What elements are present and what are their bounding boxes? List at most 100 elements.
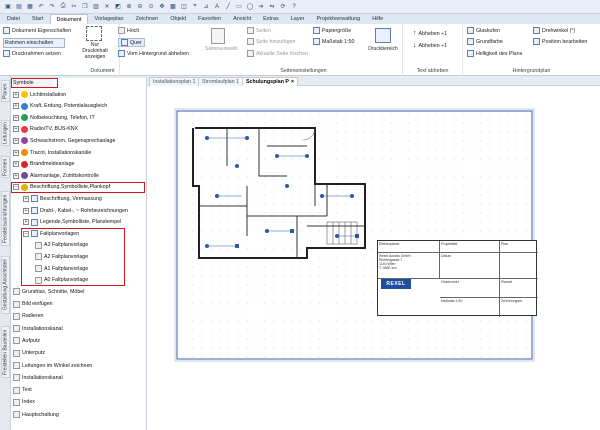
side-tab-leitungen[interactable]: Leitungen [1,120,10,146]
save-icon[interactable]: ▦ [25,2,35,12]
print-frame-button[interactable]: Druckrahmen setzen [3,50,61,57]
paste-icon[interactable]: ▥ [91,2,101,12]
page-select-button[interactable]: Seitenauswahl [205,46,238,52]
undo-icon[interactable]: ↶ [36,2,46,12]
layer-icon[interactable]: ◫ [179,2,189,12]
expand-icon[interactable]: + [13,172,19,179]
panel-item-18[interactable]: Bild einfügen [13,300,53,309]
select-icon[interactable]: ◩ [113,2,123,12]
delete-page-button[interactable]: Aktuelle Seite löschen [247,50,308,57]
expand-icon[interactable]: + [13,91,19,98]
expand-icon[interactable]: + [13,114,19,121]
redo-icon[interactable]: ↷ [47,2,57,12]
landscape-button[interactable]: Quer [118,38,145,47]
panel-item-6[interactable]: + Brandmeldeanlage [13,160,74,169]
arrow-icon[interactable]: ➔ [256,2,266,12]
panel-item-22[interactable]: Unterputz [13,349,45,358]
text-icon[interactable]: A [212,2,222,12]
add-page-button[interactable]: Seite hinzufügen [247,38,295,45]
ribbon-tab-11[interactable]: Hilfe [367,14,388,24]
zoom-all-icon[interactable]: ⊙ [146,2,156,12]
ribbon-tab-7[interactable]: Ansicht [228,14,256,24]
mirror-icon[interactable]: ⇋ [267,2,277,12]
panel-item-21[interactable]: Aufputz [13,336,40,345]
doc-tab-2[interactable]: Stromlaufplan 1 [198,77,244,86]
measure-icon[interactable]: ⊿ [201,2,211,12]
doc-properties-button[interactable]: Dokument Eigenschaften [3,27,71,34]
print-icon[interactable]: ⎙ [58,2,68,12]
zoom-in-icon[interactable]: ⊕ [124,2,134,12]
print-area-button[interactable]: Druckbereich [365,46,401,52]
ribbon-tab-6[interactable]: Favoriten [193,14,226,24]
open-icon[interactable]: ▤ [14,2,24,12]
new-icon[interactable]: ▣ [3,2,13,12]
doc-tab-3[interactable]: Schulungsplan P × [242,77,299,86]
expand-icon[interactable]: + [23,195,29,202]
rect-icon[interactable]: ▭ [234,2,244,12]
side-tab-gestaltung[interactable]: Gestaltung Ansichtsteil [1,256,10,314]
expand-icon[interactable]: + [23,207,29,214]
zoom-out-icon[interactable]: ⊖ [135,2,145,12]
ribbon-tab-3[interactable]: Vorlageplan [90,14,129,24]
close-icon[interactable]: × [291,79,294,85]
ribbon-tab-5[interactable]: Objekt [165,14,191,24]
panel-item-24[interactable]: Installationskanal [13,373,63,382]
portrait-button[interactable]: Hoch [118,27,139,34]
paper-size-button[interactable]: Papiergröße [313,27,351,34]
panel-item-1[interactable]: + Kraft, Erdung, Potentialausgleich [13,102,107,111]
expand-icon[interactable]: + [13,149,19,156]
ribbon-tab-8[interactable]: Extras [258,14,284,24]
panel-item-23[interactable]: Leitungen im Winkel zeichnen [13,361,92,370]
ribbon-tab-0[interactable]: Datei [2,14,25,24]
doc-tab-1[interactable]: Installationsplan 1 [149,77,200,86]
help-icon[interactable]: ? [289,2,299,12]
text-lift-down-button[interactable]: ↓ Abheben ÷1 [413,42,447,49]
side-tab-planen[interactable]: Planen [1,80,10,102]
snap-icon[interactable]: ⌖ [190,2,200,12]
scale-select[interactable]: Maßstab 1:50 [313,38,354,45]
panel-item-17[interactable]: Grundriss, Schnitte, Möbel [13,287,84,296]
background-lift-button[interactable]: Vom Hintergrund abheben [118,50,189,57]
side-tab-fenster[interactable]: Fensterausrichtungen [1,191,10,246]
panel-item-3[interactable]: + Radio/TV, BUS-KNX [13,125,78,134]
text-lift-up-button[interactable]: ↑ Abheben ÷1 [413,30,447,37]
panel-item-25[interactable]: Text [13,386,32,395]
panel-item-2[interactable]: + Notbeleuchtung, Telefon, IT [13,113,95,122]
pages-button[interactable]: Seiten [247,27,271,34]
edit-position-button[interactable]: Position bearbeiten [533,38,587,45]
panel-item-4[interactable]: + Schwachstrom, Gegensprechanlage [13,136,115,145]
copy-icon[interactable]: ❐ [80,2,90,12]
ribbon-tab-1[interactable]: Start [27,14,49,24]
expand-icon[interactable]: + [13,103,19,110]
line-icon[interactable]: ╱ [223,2,233,12]
ribbon-tab-2[interactable]: Dokument [50,14,88,24]
ribbon-tab-4[interactable]: Zeichnen [131,14,164,24]
base-color-button[interactable]: Grundfarbe [467,38,503,45]
panel-item-11[interactable]: + Legende,Symbolliste, Planstempel [23,218,121,227]
expand-icon[interactable]: + [13,126,19,133]
drawing-canvas[interactable]: Elektroplaner Projekttitel Plan Rexel Au… [147,86,600,430]
panel-item-27[interactable]: Hauptschaltung [13,410,59,419]
panel-item-10[interactable]: + Draht-, Kabel-, ~ Rohrbezeichnungen [23,206,128,215]
panel-item-7[interactable]: + Alarmanlage, Zutrittskontrolle [13,171,99,180]
side-tab-freistellen[interactable]: Freistellen Bauteilen [1,326,10,378]
print-content-button[interactable]: Nur Druckinhalt anzeigen [78,42,112,60]
frame-toggle[interactable]: Rahmen einschalten [3,38,65,48]
rotation-field[interactable]: Drehwinkel (°) [533,27,575,34]
panel-item-26[interactable]: Index [13,398,35,407]
cut-icon[interactable]: ✂ [69,2,79,12]
grid-icon[interactable]: ▩ [168,2,178,12]
panel-item-19[interactable]: Radieren [13,312,44,321]
brightness-button[interactable]: Helligkeit des Plans [467,50,522,57]
expand-icon[interactable]: + [13,161,19,168]
ribbon-tab-10[interactable]: Projektverwaltung [312,14,366,24]
rotate-icon[interactable]: ⟳ [278,2,288,12]
panel-item-9[interactable]: + Beschriftung, Vermassung [23,194,102,203]
panel-item-20[interactable]: Installationskanal [13,324,63,333]
side-tab-formen[interactable]: Formen [1,156,10,178]
circle-icon[interactable]: ◯ [245,2,255,12]
ribbon-tab-9[interactable]: Layer [286,14,310,24]
expand-icon[interactable]: + [13,137,19,144]
expand-icon[interactable]: + [23,219,29,226]
glass-button[interactable]: Glaskufen [467,27,500,34]
